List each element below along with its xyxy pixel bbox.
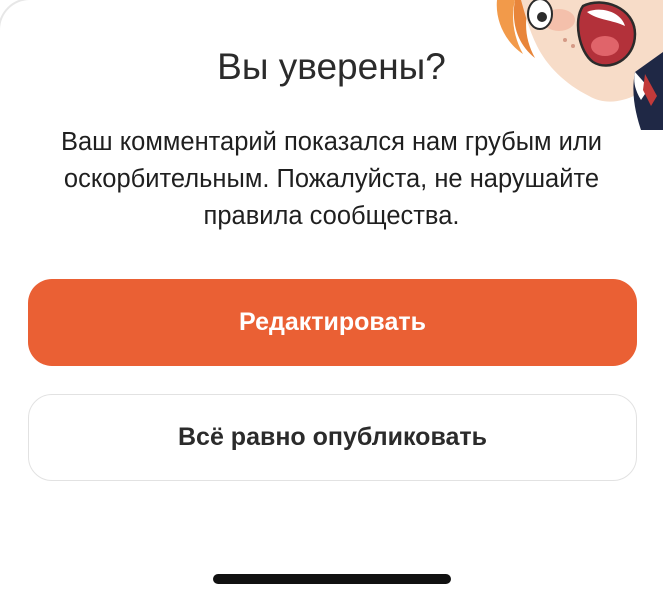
edit-button-label: Редактировать	[239, 308, 426, 336]
confirmation-sheet: Вы уверены? Ваш комментарий показался на…	[0, 0, 663, 600]
edit-button[interactable]: Редактировать	[28, 279, 637, 366]
dialog-title: Вы уверены?	[217, 46, 446, 87]
publish-anyway-button-label: Всё равно опубликовать	[177, 423, 488, 451]
home-indicator[interactable]	[213, 574, 451, 584]
dialog-message: Ваш комментарий показался нам грубым или…	[60, 128, 603, 230]
sheet-corner	[0, 0, 40, 30]
publish-anyway-button[interactable]: Всё равно опубликовать	[28, 394, 637, 481]
